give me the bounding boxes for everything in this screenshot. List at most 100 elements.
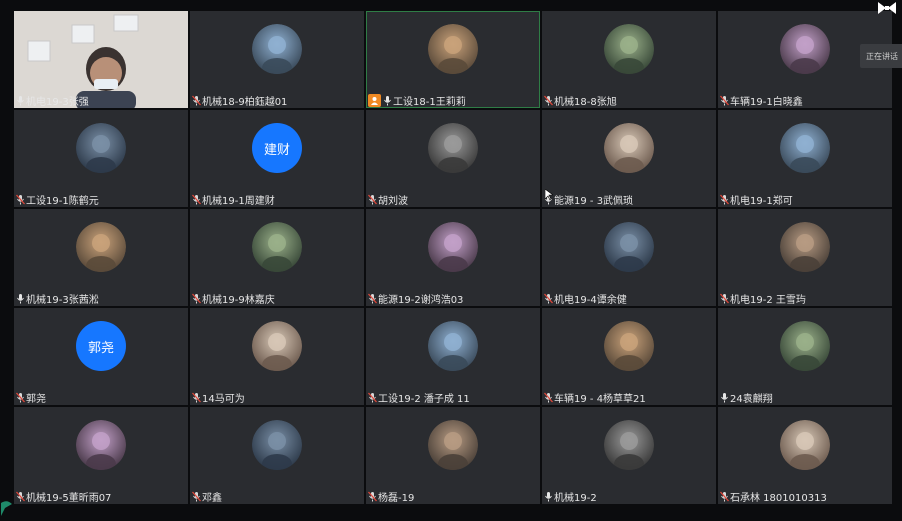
participant-name: 机电19-1郑可 [730, 195, 793, 207]
avatar [252, 321, 302, 371]
mic-muted-icon [720, 95, 729, 106]
participant-tile[interactable]: 机械19-3张茜淞 [14, 209, 188, 306]
avatar [780, 222, 830, 272]
participant-tile[interactable]: 杨磊-19 [366, 407, 540, 504]
participant-nameplate: 机械19-9林嘉庆 [190, 290, 364, 306]
participant-tile[interactable]: 机电19-2 王雪玙 [718, 209, 892, 306]
mic-muted-icon [192, 293, 201, 304]
mic-muted-icon [192, 392, 201, 403]
mic-muted-icon [720, 194, 729, 205]
participant-nameplate: 机电19-2 王雪玙 [718, 290, 892, 306]
participant-name: 邓鑫 [202, 492, 222, 504]
avatar [604, 123, 654, 173]
participant-tile[interactable]: 机械19-2 [542, 407, 716, 504]
mic-muted-icon [16, 194, 25, 205]
participant-tile[interactable]: 机械18-8张旭 [542, 11, 716, 108]
mic-muted-icon [720, 491, 729, 502]
participant-tile[interactable]: 24袁麒翔 [718, 308, 892, 405]
avatar [76, 222, 126, 272]
participant-nameplate: 能源19-2谢鸿浩03 [366, 290, 540, 306]
participant-name: 能源19 - 3武佩琐 [554, 195, 634, 207]
avatar [428, 123, 478, 173]
mic-icon [720, 392, 729, 403]
participant-tile[interactable]: 建财 机械19-1周建财 [190, 110, 364, 207]
user-icon [368, 93, 381, 107]
participant-tile[interactable]: 机电19-1郑可 [718, 110, 892, 207]
mic-icon [544, 491, 553, 502]
participant-tile[interactable]: 机械19-9林嘉庆 [190, 209, 364, 306]
mic-muted-icon [368, 491, 377, 502]
participant-tile[interactable]: 能源19 - 3武佩琐 [542, 110, 716, 207]
participant-nameplate: 机电19-1郑可 [718, 191, 892, 207]
participant-nameplate: 杨磊-19 [366, 488, 540, 504]
participant-name: 24袁麒翔 [730, 393, 773, 405]
participant-nameplate: 邓鑫 [190, 488, 364, 504]
mic-muted-icon [192, 194, 201, 205]
avatar [428, 24, 478, 74]
participant-name: 车辆19 - 4杨草草21 [554, 393, 646, 405]
avatar [780, 24, 830, 74]
participant-nameplate: 机械19-3张茜淞 [14, 290, 188, 306]
participant-tile[interactable]: 胡刘波 [366, 110, 540, 207]
participant-tile[interactable]: 能源19-2谢鸿浩03 [366, 209, 540, 306]
participant-nameplate: 机械19-1周建财 [190, 191, 364, 207]
participant-name: 机械18-8张旭 [554, 96, 617, 108]
participant-tile[interactable]: 14马可为 [190, 308, 364, 405]
participant-tile[interactable]: 邓鑫 [190, 407, 364, 504]
mic-muted-icon [192, 95, 201, 106]
app-logo-icon [0, 499, 14, 517]
avatar [428, 321, 478, 371]
avatar [780, 123, 830, 173]
bow-tie-icon[interactable] [876, 0, 898, 14]
participant-nameplate: 胡刘波 [366, 191, 540, 207]
participant-name: 杨磊-19 [378, 492, 415, 504]
mic-icon [16, 293, 25, 304]
participant-name: 郭尧 [26, 393, 46, 405]
mic-muted-icon [16, 491, 25, 502]
participant-tile[interactable]: 郭尧 郭尧 [14, 308, 188, 405]
participant-nameplate: 车辆19 - 4杨草草21 [542, 389, 716, 405]
participant-nameplate: 工设19-1陈鹤元 [14, 191, 188, 207]
participant-tile[interactable]: 机械19-5董昕雨07 [14, 407, 188, 504]
participant-name: 机电19-2 王雪玙 [730, 294, 806, 306]
participant-name: 机械19-3张茜淞 [26, 294, 99, 306]
mic-muted-icon [544, 95, 553, 106]
participant-name: 能源19-2谢鸿浩03 [378, 294, 464, 306]
participant-name: 机电19-3张强 [26, 96, 89, 108]
speaking-tooltip: 正在讲话 [860, 44, 902, 68]
participant-tile[interactable]: 车辆19 - 4杨草草21 [542, 308, 716, 405]
participant-name: 工设19-2 潘子成 11 [378, 393, 470, 405]
participant-tile[interactable]: 石承林 1801010313 [718, 407, 892, 504]
avatar: 郭尧 [76, 321, 126, 371]
avatar [780, 321, 830, 371]
avatar [428, 420, 478, 470]
avatar [604, 321, 654, 371]
participant-name: 机械19-5董昕雨07 [26, 492, 112, 504]
participant-nameplate: 机械18-9柏鈺越01 [190, 92, 364, 108]
participant-tile[interactable]: 工设19-2 潘子成 11 [366, 308, 540, 405]
participant-name: 机械18-9柏鈺越01 [202, 96, 288, 108]
mic-icon [383, 95, 392, 106]
participant-tile[interactable]: 工设19-1陈鹤元 [14, 110, 188, 207]
participant-nameplate: 14马可为 [190, 389, 364, 405]
mic-icon [16, 95, 25, 106]
participant-nameplate: 24袁麒翔 [718, 389, 892, 405]
avatar: 建财 [252, 123, 302, 173]
mic-muted-icon [368, 194, 377, 205]
participant-name: 14马可为 [202, 393, 245, 405]
video-grid: 机电19-3张强 机械18-9柏鈺越01 工设18-1王莉莉 机械18-8张旭 … [14, 11, 892, 504]
avatar [252, 222, 302, 272]
participant-name: 机电19-4谭余健 [554, 294, 627, 306]
participant-name: 胡刘波 [378, 195, 408, 207]
participant-tile[interactable]: 机电19-4谭余健 [542, 209, 716, 306]
participant-name: 工设18-1王莉莉 [393, 96, 466, 108]
participant-tile[interactable]: 工设18-1王莉莉 [366, 11, 540, 108]
avatar [76, 123, 126, 173]
participant-nameplate: 机电19-4谭余健 [542, 290, 716, 306]
avatar [604, 222, 654, 272]
participant-tile[interactable]: 机械18-9柏鈺越01 [190, 11, 364, 108]
mouse-cursor-icon [544, 186, 554, 201]
participant-name: 石承林 1801010313 [730, 492, 827, 504]
participant-nameplate: 工设19-2 潘子成 11 [366, 389, 540, 405]
participant-tile[interactable]: 机电19-3张强 [14, 11, 188, 108]
